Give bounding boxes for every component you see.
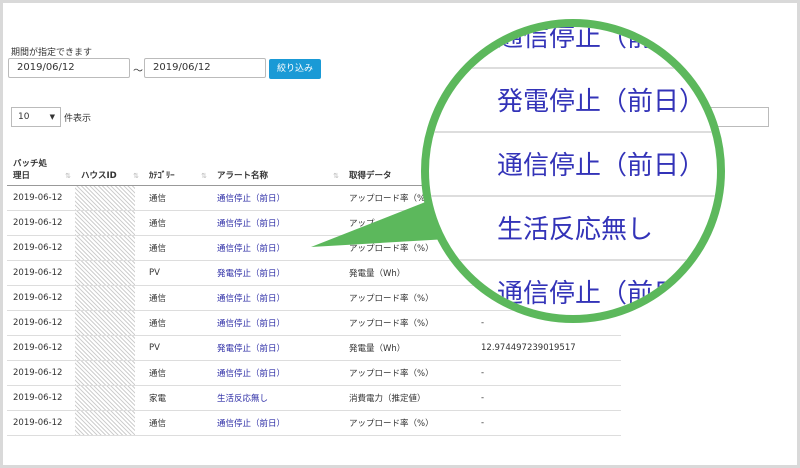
magnified-alert-label: 発電停止（前日） bbox=[429, 71, 717, 133]
magnified-alert-label: 生活反応無し bbox=[429, 199, 717, 261]
magnified-alert-label: 通信停止（前日） bbox=[429, 135, 717, 197]
magnifier: 通信停止（前日） 発電停止（前日） 通信停止（前日） 生活反応無し 通信停止（前日） bbox=[421, 19, 725, 323]
magnified-alert-label: 通信停止（前日） bbox=[429, 27, 717, 69]
screen-frame: 期間が指定できます 2019/06/12 ～ 2019/06/12 絞り込み 1… bbox=[3, 3, 797, 465]
magnified-alert-label: 通信停止（前日） bbox=[429, 263, 717, 315]
